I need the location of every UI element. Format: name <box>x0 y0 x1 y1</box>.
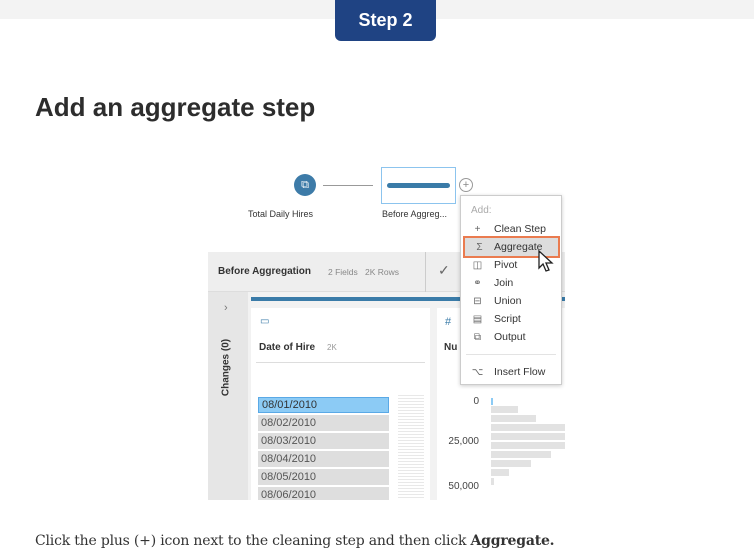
expand-chevron-icon[interactable]: › <box>224 302 228 314</box>
divider <box>425 252 426 292</box>
menu-item-script[interactable]: ▤ Script <box>461 310 561 328</box>
histogram-bar[interactable] <box>491 451 551 458</box>
histogram-bar[interactable] <box>491 398 493 405</box>
plus-icon: + <box>474 223 481 235</box>
axis-tick: 50,000 <box>448 481 479 492</box>
sigma-icon: Σ <box>476 241 483 253</box>
input-icon: ⧉ <box>301 178 309 191</box>
instruction-text: Click the plus (+) icon next to the clea… <box>35 533 555 549</box>
union-icon: ⊟ <box>473 295 482 307</box>
script-icon: ▤ <box>472 313 483 325</box>
value-row[interactable]: 08/06/2010 <box>258 487 389 501</box>
pivot-icon: ◫ <box>472 259 483 271</box>
input-node-label: Total Daily Hires <box>248 209 314 219</box>
histogram-bar[interactable] <box>491 469 509 476</box>
input-node[interactable]: ⧉ <box>294 174 316 196</box>
menu-item-label: Output <box>494 331 526 343</box>
checkmark-icon[interactable]: ✓ <box>438 262 450 279</box>
calendar-icon: ▭ <box>260 316 270 327</box>
insert-flow-icon: ⌥ <box>471 366 484 378</box>
menu-item-label: Aggregate <box>494 241 543 253</box>
join-icon: ⚭ <box>473 277 482 289</box>
menu-item-join[interactable]: ⚭ Join <box>461 274 561 292</box>
menu-item-clean-step[interactable]: + Clean Step <box>461 220 561 238</box>
clean-step-node[interactable] <box>381 167 456 204</box>
output-icon: ⧉ <box>473 331 482 343</box>
menu-item-label: Insert Flow <box>494 366 546 378</box>
value-row[interactable]: 08/03/2010 <box>258 433 389 449</box>
value-row[interactable]: 08/05/2010 <box>258 469 389 485</box>
value-row[interactable]: 08/02/2010 <box>258 415 389 431</box>
field-count: 2 Fields <box>328 267 358 277</box>
changes-label: Changes (0) <box>220 338 232 397</box>
changes-sidebar[interactable]: › Changes (0) <box>208 292 248 500</box>
number-icon: # <box>445 316 452 328</box>
menu-item-label: Pivot <box>494 259 518 271</box>
histogram-bar[interactable] <box>491 478 494 485</box>
histogram-bar[interactable] <box>491 442 565 449</box>
histogram-bar[interactable] <box>491 406 518 413</box>
menu-divider <box>466 354 556 355</box>
row-count: 2K Rows <box>365 267 400 277</box>
histogram-bar[interactable] <box>491 424 565 431</box>
menu-item-label: Join <box>494 277 514 289</box>
divider <box>256 362 425 363</box>
axis-tick: 25,000 <box>448 436 479 447</box>
menu-header: Add: <box>471 205 492 216</box>
menu-item-label: Script <box>494 313 521 325</box>
field-name: Date of Hire <box>259 342 316 353</box>
axis-tick: 0 <box>473 396 479 407</box>
flow-connector <box>323 185 373 186</box>
scroll-indicator[interactable] <box>398 395 424 500</box>
histogram-bar[interactable] <box>491 433 565 440</box>
step-badge: Step 2 <box>335 0 436 41</box>
caption-bold: Aggregate. <box>470 533 555 549</box>
value-row[interactable]: 08/01/2010 <box>258 397 389 413</box>
menu-item-union[interactable]: ⊟ Union <box>461 292 561 310</box>
histogram-bar[interactable] <box>491 460 531 467</box>
field-count-badge: 2K <box>327 343 337 352</box>
field-name: Nu <box>444 342 458 353</box>
menu-item-insert-flow[interactable]: ⌥ Insert Flow <box>461 363 561 381</box>
histogram-bar[interactable] <box>491 415 536 422</box>
panel-title: Before Aggregation <box>218 266 311 277</box>
add-step-plus-icon[interactable]: + <box>459 178 473 192</box>
mouse-cursor-icon <box>538 250 554 272</box>
value-row[interactable]: 08/04/2010 <box>258 451 389 467</box>
add-step-menu: Add: + Clean Step Σ Aggregate ◫ Pivot ⚭ Join… <box>460 195 562 385</box>
page-title: Add an aggregate step <box>35 92 316 122</box>
menu-item-output[interactable]: ⧉ Output <box>461 328 561 346</box>
menu-item-label: Union <box>494 295 522 307</box>
step-node-label: Before Aggreg... <box>382 209 448 219</box>
caption-text: Click the plus (+) icon next to the clea… <box>35 533 471 549</box>
menu-item-label: Clean Step <box>494 223 546 235</box>
